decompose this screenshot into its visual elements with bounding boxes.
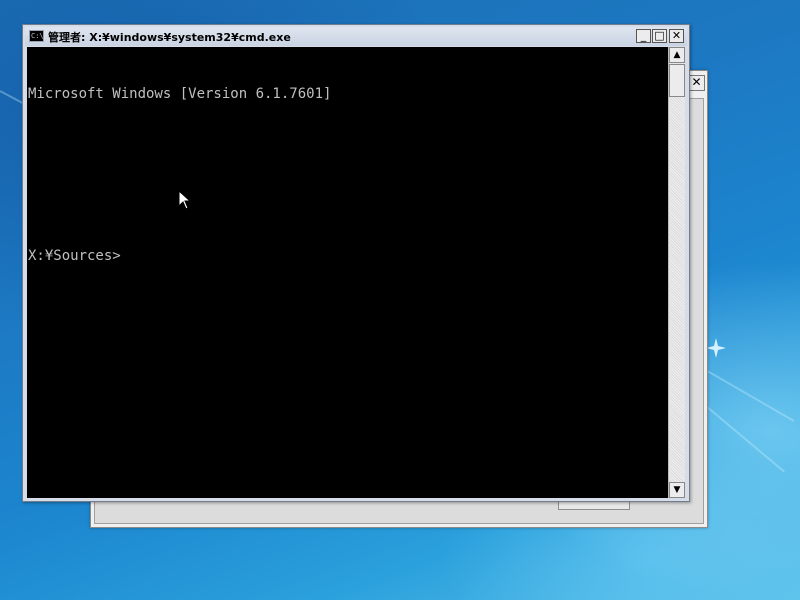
minimize-button[interactable]: _ <box>636 29 651 43</box>
mouse-pointer-icon <box>178 190 192 210</box>
sparkle-icon <box>706 338 726 358</box>
close-icon: ✕ <box>671 29 682 42</box>
scroll-down-button[interactable]: ▼ <box>669 482 685 498</box>
console-line: Microsoft Windows [Version 6.1.7601] <box>28 86 332 102</box>
scroll-up-button[interactable]: ▲ <box>669 47 685 63</box>
minimize-icon: _ <box>640 29 647 42</box>
scrollbar-thumb[interactable] <box>669 64 685 97</box>
console-app-icon[interactable]: C:\ <box>29 30 44 42</box>
background-window-close-button[interactable]: ✕ <box>688 75 705 91</box>
cmd-window[interactable]: C:\ 管理者: X:¥windows¥system32¥cmd.exe _ □… <box>22 24 690 502</box>
console-output[interactable]: Microsoft Windows [Version 6.1.7601] X:¥… <box>27 47 668 498</box>
window-title: 管理者: X:¥windows¥system32¥cmd.exe <box>48 31 291 44</box>
maximize-button[interactable]: □ <box>652 29 667 43</box>
cmd-titlebar[interactable]: C:\ 管理者: X:¥windows¥system32¥cmd.exe _ □… <box>25 27 687 46</box>
close-button[interactable]: ✕ <box>669 29 684 43</box>
scroll-down-arrow-icon: ▼ <box>673 485 681 495</box>
command-prompt[interactable]: X:¥Sources> <box>28 247 667 265</box>
scroll-up-arrow-icon: ▲ <box>673 50 681 60</box>
vertical-scrollbar[interactable]: ▲ ▼ <box>668 47 685 498</box>
maximize-icon: □ <box>654 29 665 42</box>
